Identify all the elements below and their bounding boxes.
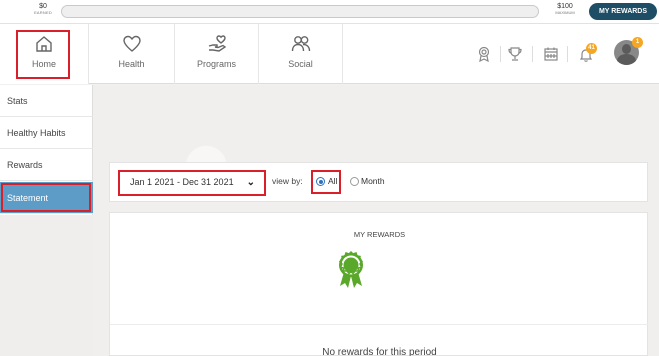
panel-title: MY REWARDS [353, 230, 406, 239]
heart-icon [122, 35, 142, 53]
my-rewards-button[interactable]: MY REWARDS [589, 3, 657, 20]
rewards-progress-bar: $0 EARNED $100 MAXIMUM MY REWARDS [0, 0, 659, 24]
earned-caption: EARNED [34, 10, 52, 15]
nav-social-label: Social [288, 59, 313, 69]
sidebar-item-rewards[interactable]: Rewards [0, 149, 93, 181]
sidebar-item-healthy-habits[interactable]: Healthy Habits [0, 117, 93, 149]
earned-value: $0 [39, 3, 47, 10]
date-range-value: Jan 1 2021 - Dec 31 2021 [130, 177, 234, 187]
view-by-label: view by: [272, 176, 303, 186]
maximum-amount: $100 MAXIMUM [551, 3, 579, 15]
statement-filter-bar: Jan 1 2021 - Dec 31 2021 ⌄ view by: All … [109, 162, 648, 202]
radio-all-label[interactable]: All [328, 176, 337, 186]
divider [567, 46, 568, 62]
my-rewards-panel: MY REWARDS No rewards for this period [109, 212, 649, 356]
hand-heart-icon [207, 35, 227, 53]
radio-month-label[interactable]: Month [361, 176, 385, 186]
chevron-down-icon: ⌄ [246, 177, 255, 188]
nav-health-label: Health [118, 59, 145, 69]
empty-rewards-message: No rewards for this period [322, 347, 437, 356]
avatar-head [622, 44, 631, 54]
sidebar-background [0, 215, 93, 356]
notification-badge: 41 [586, 43, 597, 54]
sidebar-item-stats[interactable]: Stats [0, 85, 93, 117]
date-range-select[interactable]: Jan 1 2021 - Dec 31 2021 ⌄ [118, 170, 266, 196]
nav-social[interactable]: Social [259, 24, 343, 84]
avatar-body [617, 54, 636, 65]
sidebar: Stats Healthy Habits Rewards Statement [0, 85, 93, 215]
nav-programs-label: Programs [196, 59, 236, 69]
maximum-caption: MAXIMUM [555, 10, 575, 15]
nav-health[interactable]: Health [89, 24, 175, 84]
nav-programs[interactable]: Programs [175, 24, 259, 84]
statement-highlight-box [1, 183, 91, 212]
divider [532, 46, 533, 62]
trophy-icon[interactable] [507, 46, 523, 62]
avatar-badge: 1 [632, 37, 643, 48]
calendar-icon[interactable] [543, 46, 559, 62]
panel-divider [110, 324, 649, 325]
award-ribbon-icon [338, 250, 364, 288]
progress-track [61, 5, 539, 18]
radio-month[interactable] [350, 177, 359, 186]
award-icon[interactable] [476, 46, 492, 63]
earned-amount: $0 EARNED [30, 3, 56, 15]
people-icon [291, 35, 311, 53]
radio-all[interactable] [316, 177, 325, 186]
main-nav: Home Health Programs Social 41 1 [0, 24, 659, 84]
divider [500, 46, 501, 62]
home-highlight-box [16, 30, 70, 79]
maximum-value: $100 [557, 3, 573, 10]
